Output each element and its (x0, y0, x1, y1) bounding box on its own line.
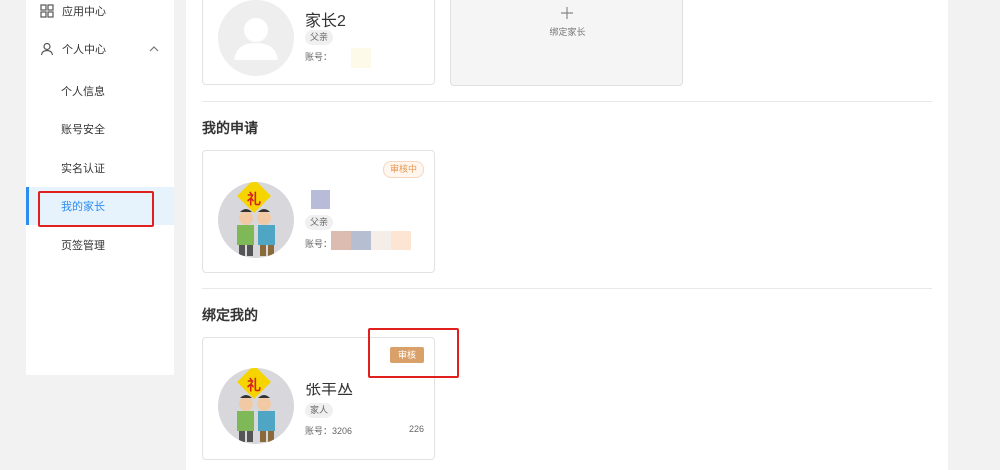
divider (202, 101, 932, 102)
sidebar: 应用中心 个人中心 个人信息 账号安全 实名认证 我的家长 页签管理 (26, 0, 174, 375)
avatar: 礼 (218, 368, 294, 444)
masked-name (311, 190, 330, 209)
user-icon (40, 42, 54, 56)
section-title-bound-me: 绑定我的 (202, 307, 258, 323)
plus-icon (561, 7, 573, 19)
avatar (218, 0, 294, 76)
relation-tag: 父亲 (305, 215, 334, 230)
default-avatar-icon (234, 18, 278, 60)
sidebar-item-label: 个人信息 (61, 86, 105, 98)
masked-account (331, 231, 351, 250)
sidebar-item-personal-info[interactable]: 个人信息 (26, 72, 174, 110)
application-card[interactable]: 审核中 礼 父亲 账号： (202, 150, 435, 273)
account-text: 账号：3206 (305, 426, 353, 436)
svg-text:礼: 礼 (247, 377, 261, 394)
menu-app-center-label: 应用中心 (62, 6, 106, 18)
cartoon-avatar-icon: 礼 (237, 368, 275, 442)
bound-user-name: 张丰丛 (305, 381, 354, 398)
review-button[interactable]: 审核 (390, 347, 424, 363)
masked-account (351, 231, 371, 250)
sidebar-item-real-name[interactable]: 实名认证 (26, 149, 174, 187)
main-panel: 家长2 父亲 账号： 绑定家长 我的申请 审核中 礼 父亲 账号： 绑定我的 审… (186, 0, 948, 470)
menu-personal-center[interactable]: 个人中心 (26, 34, 174, 64)
status-badge: 审核中 (382, 161, 424, 178)
divider (202, 288, 932, 289)
bind-parent-label: 绑定家长 (549, 27, 586, 37)
grid-icon (40, 4, 54, 18)
sidebar-item-label: 页签管理 (61, 240, 105, 252)
avatar: 礼 (218, 182, 294, 258)
sidebar-item-label: 我的家长 (61, 201, 105, 213)
account-text: 账号： (305, 52, 333, 62)
masked-account (351, 48, 371, 68)
sidebar-item-account-security[interactable]: 账号安全 (26, 110, 174, 148)
svg-text:礼: 礼 (247, 191, 261, 208)
relation-tag: 家人 (305, 403, 334, 418)
sidebar-item-tab-management[interactable]: 页签管理 (26, 226, 174, 264)
masked-account (391, 231, 411, 250)
relation-tag: 父亲 (305, 30, 334, 45)
bind-parent-card[interactable]: 绑定家长 (450, 0, 683, 86)
account-suffix: 226 (409, 424, 425, 434)
menu-app-center[interactable]: 应用中心 (26, 0, 174, 26)
parent-card[interactable]: 家长2 父亲 账号： (202, 0, 435, 85)
sidebar-item-label: 账号安全 (61, 124, 105, 136)
sidebar-item-label: 实名认证 (61, 163, 105, 175)
menu-personal-center-label: 个人中心 (62, 44, 106, 56)
account-text: 账号： (305, 239, 333, 249)
masked-account (371, 231, 391, 250)
sidebar-item-my-parents[interactable]: 我的家长 (26, 187, 174, 225)
cartoon-avatar-icon: 礼 (237, 182, 275, 256)
bound-me-card[interactable]: 审核 礼 张丰丛 家人 账号：3206 226 (202, 337, 435, 460)
chevron-up-icon[interactable] (148, 43, 160, 55)
parent-name: 家长2 (305, 13, 346, 30)
section-title-my-applications: 我的申请 (202, 120, 258, 136)
